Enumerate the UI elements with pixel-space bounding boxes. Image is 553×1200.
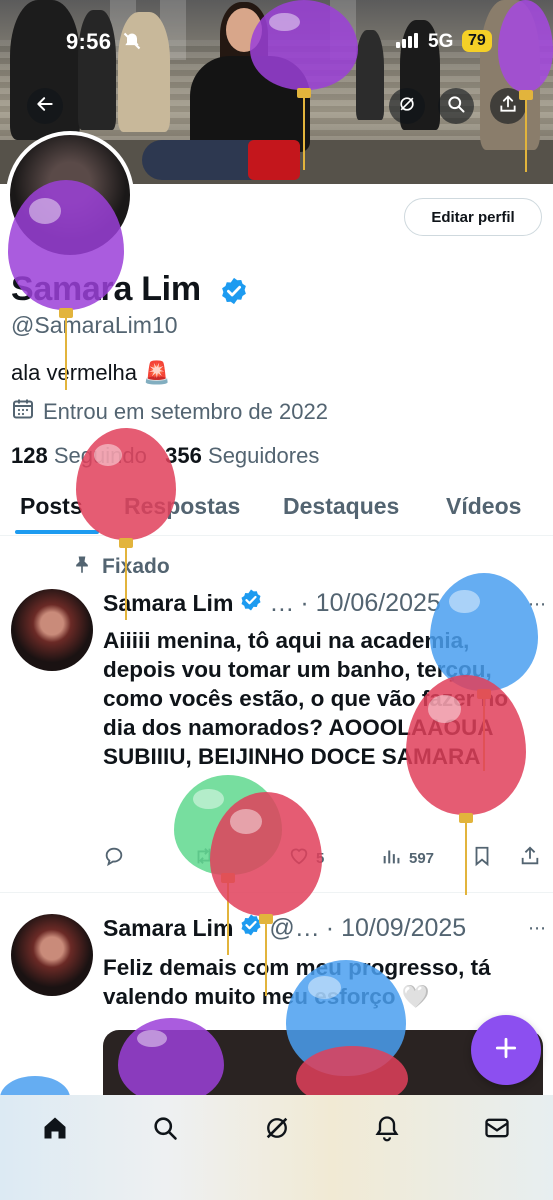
views-button[interactable]: 597 xyxy=(381,845,434,871)
repost-button[interactable] xyxy=(193,845,221,871)
nav-notifications[interactable] xyxy=(367,1110,407,1150)
search-icon xyxy=(151,1114,179,1147)
nav-grok[interactable] xyxy=(257,1110,297,1150)
post-date[interactable]: · 10/09/2025 xyxy=(326,914,466,943)
post-avatar[interactable] xyxy=(11,589,93,671)
verified-badge-icon[interactable] xyxy=(219,276,249,311)
back-button[interactable] xyxy=(27,88,63,124)
calendar-icon xyxy=(11,397,35,427)
search-icon xyxy=(446,94,466,119)
bookmark-icon xyxy=(471,845,493,871)
post-handle: @… xyxy=(269,913,320,942)
followers-link[interactable]: 356 Seguidores xyxy=(165,443,319,468)
status-bar: 9:56 5G 79 xyxy=(0,0,553,80)
heart-icon xyxy=(288,845,310,871)
signal-icon xyxy=(396,33,418,48)
nav-messages[interactable] xyxy=(477,1110,517,1150)
post-header: Samara Lim … · 10/06/2025 xyxy=(103,588,441,618)
post-avatar[interactable] xyxy=(11,914,93,996)
profile-bio: ala vermelha 🚨 xyxy=(11,360,171,385)
nav-search[interactable] xyxy=(145,1110,185,1150)
network-type: 5G xyxy=(428,31,454,52)
pin-icon xyxy=(72,553,92,581)
grok-icon xyxy=(397,94,417,119)
profile-tabs: Posts Respostas Destaques Vídeos xyxy=(0,480,553,536)
battery-indicator: 79 xyxy=(462,30,492,52)
post-handle: … xyxy=(269,588,295,617)
nav-home[interactable] xyxy=(35,1110,75,1150)
reply-icon xyxy=(103,845,125,871)
plus-icon xyxy=(493,1035,519,1066)
share-button[interactable] xyxy=(490,88,526,124)
verified-badge-icon xyxy=(239,588,263,618)
repost-icon xyxy=(193,845,215,871)
tab-active-indicator xyxy=(15,530,99,534)
profile-avatar[interactable] xyxy=(6,131,134,259)
tab-replies[interactable]: Respostas xyxy=(124,493,240,520)
profile-display-name: Samara Lim xyxy=(11,270,201,308)
grok-button[interactable] xyxy=(389,88,425,124)
status-time: 9:56 xyxy=(66,29,112,54)
mail-icon xyxy=(483,1114,511,1147)
profile-handle: @SamaraLim10 xyxy=(11,312,178,338)
search-button[interactable] xyxy=(438,88,474,124)
profile-joined-text: Entrou em setembro de 2022 xyxy=(43,399,328,424)
post-author[interactable]: Samara Lim xyxy=(103,915,233,942)
post-text: Feliz demais com meu progresso, tá valen… xyxy=(103,955,491,1009)
views-icon xyxy=(381,845,403,871)
bookmark-button[interactable] xyxy=(471,845,493,871)
post-divider xyxy=(0,892,553,893)
like-button[interactable]: 5 xyxy=(288,845,324,871)
share-icon xyxy=(498,94,518,119)
bottom-nav xyxy=(0,1095,553,1200)
arrow-left-icon xyxy=(35,94,55,119)
tab-posts[interactable]: Posts xyxy=(20,493,83,520)
tab-videos[interactable]: Vídeos xyxy=(446,493,521,520)
banner-red-bag xyxy=(248,140,300,180)
post-author[interactable]: Samara Lim xyxy=(103,590,233,617)
more-options-icon[interactable]: ⋯ xyxy=(528,594,546,615)
bell-off-icon xyxy=(122,31,142,56)
profile-joined: Entrou em setembro de 2022 xyxy=(11,397,328,427)
pinned-label: Fixado xyxy=(72,553,170,581)
post-header: Samara Lim @… · 10/09/2025 xyxy=(103,913,466,943)
share-icon xyxy=(519,845,541,871)
post-text: Aiiiii menina, tô aqui na academia, depo… xyxy=(103,628,509,769)
verified-badge-icon xyxy=(239,913,263,943)
post-actions: 5 597 xyxy=(103,845,543,869)
home-icon xyxy=(41,1114,69,1147)
tab-highlights[interactable]: Destaques xyxy=(283,493,399,520)
edit-profile-button[interactable]: Editar perfil xyxy=(404,198,542,236)
following-link[interactable]: 128 Seguindo xyxy=(11,443,147,468)
follow-stats: 128 Seguindo 356 Seguidores xyxy=(11,443,319,469)
reply-button[interactable] xyxy=(103,845,131,871)
bell-icon xyxy=(373,1114,401,1147)
compose-button[interactable] xyxy=(471,1015,541,1085)
share-post-button[interactable] xyxy=(519,845,541,871)
pinned-text: Fixado xyxy=(102,555,170,578)
more-options-icon[interactable]: ⋯ xyxy=(528,918,546,939)
post-date[interactable]: · 10/06/2025 xyxy=(300,589,440,618)
grok-icon xyxy=(263,1114,291,1147)
